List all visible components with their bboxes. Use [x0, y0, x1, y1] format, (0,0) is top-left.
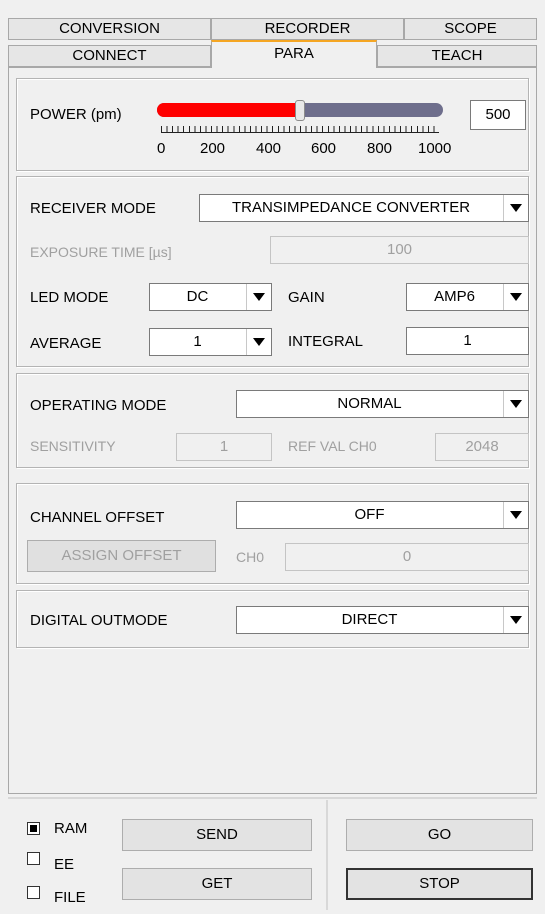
- ch0-label: CH0: [236, 549, 265, 565]
- digital-outmode-select[interactable]: DIRECT: [236, 606, 529, 634]
- gain-select[interactable]: AMP6: [406, 283, 529, 311]
- sensitivity-field: 1: [176, 433, 272, 461]
- exposure-time-label: EXPOSURE TIME [µs]: [30, 244, 172, 260]
- power-tick-600: 600: [311, 140, 337, 157]
- chevron-down-icon[interactable]: [503, 391, 528, 417]
- power-slider-fill: [157, 103, 300, 117]
- file-label: FILE: [54, 889, 86, 906]
- go-button[interactable]: GO: [346, 819, 533, 851]
- stop-button[interactable]: STOP: [346, 868, 533, 900]
- ch0-offset-field: 0: [285, 543, 529, 571]
- operating-mode-select[interactable]: NORMAL: [236, 390, 529, 418]
- ref-val-ch0-label: REF VAL CH0: [288, 438, 377, 454]
- power-slider-ticks: [161, 126, 439, 133]
- channel-offset-label: CHANNEL OFFSET: [30, 509, 165, 526]
- file-checkbox[interactable]: [27, 886, 40, 899]
- power-tick-0: 0: [157, 140, 166, 157]
- channel-offset-select[interactable]: OFF: [236, 501, 529, 529]
- gain-label: GAIN: [288, 289, 325, 306]
- operating-mode-label: OPERATING MODE: [30, 397, 167, 414]
- led-mode-select[interactable]: DC: [149, 283, 272, 311]
- digital-outmode-value: DIRECT: [341, 611, 398, 628]
- power-tick-400: 400: [256, 140, 282, 157]
- gain-value: AMP6: [434, 288, 475, 305]
- power-tick-800: 800: [367, 140, 393, 157]
- exposure-time-field: 100: [270, 236, 529, 264]
- tab-recorder[interactable]: RECORDER: [211, 18, 404, 40]
- receiver-mode-label: RECEIVER MODE: [30, 200, 156, 217]
- chevron-down-icon[interactable]: [246, 284, 271, 310]
- average-value: 1: [193, 333, 202, 350]
- send-button[interactable]: SEND: [122, 819, 312, 851]
- sensitivity-label: SENSITIVITY: [30, 438, 116, 454]
- tab-scope[interactable]: SCOPE: [404, 18, 537, 40]
- chevron-down-icon[interactable]: [503, 502, 528, 528]
- integral-label: INTEGRAL: [288, 333, 364, 350]
- assign-offset-button[interactable]: ASSIGN OFFSET: [27, 540, 216, 572]
- power-value-field[interactable]: 500: [470, 100, 526, 130]
- chevron-down-icon[interactable]: [503, 195, 528, 221]
- operating-mode-value: NORMAL: [337, 395, 402, 412]
- integral-field[interactable]: 1: [406, 327, 529, 355]
- receiver-mode-select[interactable]: TRANSIMPEDANCE CONVERTER: [199, 194, 529, 222]
- chevron-down-icon[interactable]: [503, 284, 528, 310]
- ram-checkbox[interactable]: [27, 822, 40, 835]
- tab-para[interactable]: PARA: [211, 40, 377, 68]
- get-button[interactable]: GET: [122, 868, 312, 900]
- led-mode-value: DC: [186, 288, 209, 305]
- power-slider[interactable]: [155, 100, 445, 152]
- tab-conversion[interactable]: CONVERSION: [8, 18, 211, 40]
- led-mode-label: LED MODE: [30, 289, 109, 306]
- ram-label: RAM: [54, 820, 88, 837]
- digital-outmode-label: DIGITAL OUTMODE: [30, 612, 168, 629]
- power-slider-thumb[interactable]: [295, 100, 305, 121]
- channel-offset-value: OFF: [354, 506, 385, 523]
- receiver-mode-value: TRANSIMPEDANCE CONVERTER: [231, 199, 471, 216]
- average-label: AVERAGE: [30, 335, 102, 352]
- bottom-divider: [8, 797, 537, 799]
- ee-checkbox[interactable]: [27, 852, 40, 865]
- tab-connect[interactable]: CONNECT: [8, 45, 211, 67]
- power-tick-1000: 1000: [418, 140, 452, 157]
- power-label: POWER (pm): [30, 106, 122, 123]
- power-tick-200: 200: [200, 140, 226, 157]
- chevron-down-icon[interactable]: [246, 329, 271, 355]
- tab-teach[interactable]: TEACH: [377, 45, 537, 67]
- ref-val-ch0-field: 2048: [435, 433, 529, 461]
- chevron-down-icon[interactable]: [503, 607, 528, 633]
- ee-label: EE: [54, 856, 75, 873]
- average-select[interactable]: 1: [149, 328, 272, 356]
